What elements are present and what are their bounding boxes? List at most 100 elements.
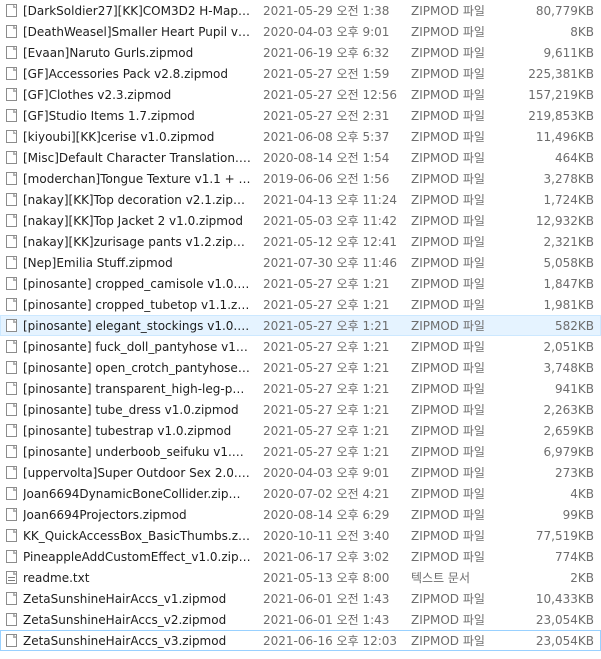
file-row[interactable]: [uppervolta]Super Outdoor Sex 2.0.zip...…: [0, 462, 601, 483]
file-type: ZIPMOD 파일: [411, 298, 485, 312]
file-date-modified: 2020-04-03 오후 9:01: [263, 466, 390, 480]
file-date-modified: 2020-08-14 오후 6:29: [263, 508, 390, 522]
file-name: [pinosante] tubestrap v1.0.zipmod: [23, 424, 232, 438]
file-row[interactable]: KK_QuickAccessBox_BasicThumbs.zipmod 2020…: [0, 525, 601, 546]
file-size: 3,278KB: [543, 172, 594, 186]
file-name: KK_QuickAccessBox_BasicThumbs.zipmod: [23, 529, 251, 543]
file-name: PineappleAddCustomEffect_v1.0.zipmod: [23, 550, 251, 564]
file-icon: [6, 235, 17, 248]
file-row[interactable]: [pinosante] transparent_high-leg-panties…: [0, 378, 601, 399]
file-row[interactable]: ZetaSunshineHairAccs_v2.zipmod 2021-06-01…: [0, 609, 601, 630]
file-row[interactable]: [Evaan]Naruto Gurls.zipmod 2021-06-19 오후 …: [0, 42, 601, 63]
file-size: 3,748KB: [543, 361, 594, 375]
file-icon: [6, 46, 17, 59]
file-row[interactable]: [GF]Accessories Pack v2.8.zipmod 2021-05-…: [0, 63, 601, 84]
file-type: ZIPMOD 파일: [411, 25, 485, 39]
file-row[interactable]: [nakay][KK]Top Jacket 2 v1.0.zipmod 2021-…: [0, 210, 601, 231]
file-date-modified: 2021-05-27 오전 2:31: [263, 109, 390, 123]
file-row[interactable]: [pinosante] cropped_camisole v1.0.zipm..…: [0, 273, 601, 294]
file-row[interactable]: [pinosante] cropped_tubetop v1.1.zipmod 2…: [0, 294, 601, 315]
file-date-modified: 2021-06-16 오후 12:03: [263, 634, 398, 648]
file-type: ZIPMOD 파일: [411, 508, 485, 522]
file-row[interactable]: [nakay][KK]zurisage pants v1.2.zipmod 202…: [0, 231, 601, 252]
file-type: ZIPMOD 파일: [411, 424, 485, 438]
file-name: ZetaSunshineHairAccs_v2.zipmod: [23, 613, 227, 627]
file-name: [pinosante] cropped_camisole v1.0.zipm..…: [23, 277, 251, 291]
file-icon: [6, 424, 17, 437]
file-icon: [6, 25, 17, 38]
file-size: 273KB: [554, 466, 594, 480]
file-icon: [6, 466, 17, 479]
file-row[interactable]: Joan6694DynamicBoneCollider.zipmod 2020-0…: [0, 483, 601, 504]
file-date-modified: 2020-07-02 오전 4:21: [263, 487, 390, 501]
file-date-modified: 2021-05-27 오후 1:21: [263, 319, 390, 333]
file-row[interactable]: [pinosante] underboob_seifuku v1.1.zip..…: [0, 441, 601, 462]
file-name: [pinosante] elegant_stockings v1.0.zipm.…: [23, 319, 251, 333]
file-row[interactable]: [DarkSoldier27][KK]COM3D2 H-Maps 1... 202…: [0, 0, 601, 21]
file-row[interactable]: ZetaSunshineHairAccs_v3.zipmod 2021-06-16…: [0, 630, 601, 651]
file-name: [pinosante] cropped_tubetop v1.1.zipmod: [23, 298, 251, 312]
file-size: 582KB: [554, 319, 594, 333]
file-type: ZIPMOD 파일: [411, 550, 485, 564]
file-type: ZIPMOD 파일: [411, 382, 485, 396]
file-row[interactable]: [pinosante] elegant_stockings v1.0.zipm.…: [0, 315, 601, 336]
file-size: 225,381KB: [528, 67, 594, 81]
file-type: ZIPMOD 파일: [411, 529, 485, 543]
file-row[interactable]: readme.txt 2021-05-13 오후 8:00 텍스트 문서 2KB: [0, 567, 601, 588]
file-icon: [6, 403, 17, 416]
file-row[interactable]: [pinosante] tube_dress v1.0.zipmod 2021-0…: [0, 399, 601, 420]
file-type: ZIPMOD 파일: [411, 277, 485, 291]
file-name: readme.txt: [23, 571, 90, 585]
file-type: ZIPMOD 파일: [411, 403, 485, 417]
file-name: [uppervolta]Super Outdoor Sex 2.0.zip...: [23, 466, 251, 480]
file-date-modified: 2021-06-08 오후 5:37: [263, 130, 390, 144]
file-icon: [6, 298, 17, 311]
file-date-modified: 2021-05-27 오후 1:21: [263, 382, 390, 396]
file-date-modified: 2021-05-27 오후 1:21: [263, 277, 390, 291]
file-name: Joan6694Projectors.zipmod: [23, 508, 187, 522]
file-name: [pinosante] transparent_high-leg-panties…: [23, 382, 251, 396]
file-row[interactable]: ZetaSunshineHairAccs_v1.zipmod 2021-06-01…: [0, 588, 601, 609]
file-row[interactable]: [DeathWeasel]Smaller Heart Pupil v1.1.z.…: [0, 21, 601, 42]
file-icon: [6, 487, 17, 500]
file-size: 5,058KB: [543, 256, 594, 270]
file-row[interactable]: [kiyoubi][KK]cerise v1.0.zipmod 2021-06-0…: [0, 126, 601, 147]
file-name: [nakay][KK]zurisage pants v1.2.zipmod: [23, 235, 251, 249]
file-type: ZIPMOD 파일: [411, 256, 485, 270]
file-date-modified: 2021-06-19 오후 6:32: [263, 46, 390, 60]
file-row[interactable]: [nakay][KK]Top decoration v2.1.zipmod 202…: [0, 189, 601, 210]
file-date-modified: 2021-05-29 오전 1:38: [263, 4, 390, 18]
file-icon: [6, 550, 17, 563]
file-row[interactable]: [Misc]Default Character Translation.zip.…: [0, 147, 601, 168]
file-size: 80,779KB: [535, 4, 594, 18]
file-row[interactable]: [GF]Clothes v2.3.zipmod 2021-05-27 오전 12:…: [0, 84, 601, 105]
file-row[interactable]: [pinosante] open_crotch_pantyhose v1.0..…: [0, 357, 601, 378]
file-icon: [6, 445, 17, 458]
file-row[interactable]: [pinosante] fuck_doll_pantyhose v1.0.zi.…: [0, 336, 601, 357]
file-date-modified: 2021-05-27 오후 1:21: [263, 298, 390, 312]
file-icon: [6, 592, 17, 605]
file-icon: [6, 109, 17, 122]
file-size: 23,054KB: [535, 634, 594, 648]
file-date-modified: 2021-05-27 오후 1:21: [263, 361, 390, 375]
file-row[interactable]: [Nep]Emilia Stuff.zipmod 2021-07-30 오후 11…: [0, 252, 601, 273]
file-type: ZIPMOD 파일: [411, 634, 485, 648]
file-row[interactable]: [GF]Studio Items 1.7.zipmod 2021-05-27 오전…: [0, 105, 601, 126]
file-size: 4KB: [570, 487, 594, 501]
file-row[interactable]: [moderchan]Tongue Texture v1.1 + Out... 2…: [0, 168, 601, 189]
file-icon: [6, 508, 17, 521]
file-date-modified: 2021-05-27 오후 1:21: [263, 424, 390, 438]
file-date-modified: 2019-06-06 오전 1:56: [263, 172, 390, 186]
file-date-modified: 2021-05-12 오후 12:41: [263, 235, 398, 249]
file-size: 1,847KB: [543, 277, 594, 291]
file-size: 9,611KB: [543, 46, 594, 60]
file-size: 2,263KB: [543, 403, 594, 417]
file-size: 99KB: [562, 508, 594, 522]
file-icon: [6, 67, 17, 80]
file-date-modified: 2021-07-30 오후 11:46: [263, 256, 398, 270]
file-row[interactable]: PineappleAddCustomEffect_v1.0.zipmod 2021…: [0, 546, 601, 567]
file-size: 1,724KB: [543, 193, 594, 207]
file-row[interactable]: Joan6694Projectors.zipmod 2020-08-14 오후 6…: [0, 504, 601, 525]
file-icon: [6, 130, 17, 143]
file-row[interactable]: [pinosante] tubestrap v1.0.zipmod 2021-05…: [0, 420, 601, 441]
